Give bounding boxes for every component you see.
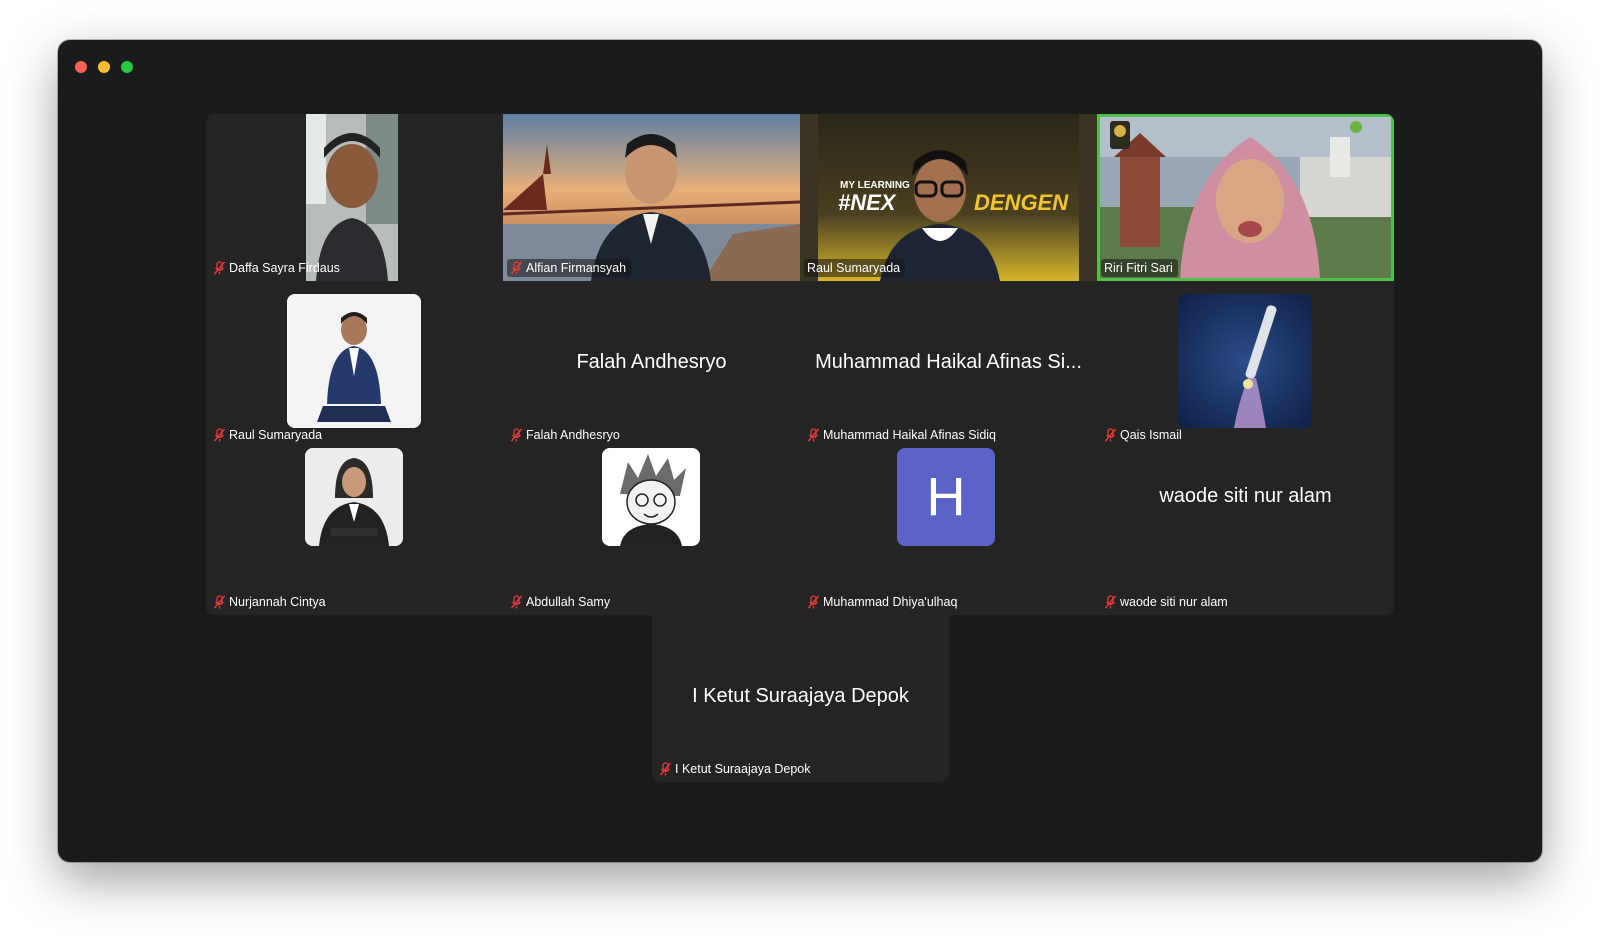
participant-profile-photo	[1178, 294, 1312, 428]
participant-tile-haikal[interactable]: Muhammad Haikal Afinas Si... Muhammad Ha…	[800, 281, 1097, 448]
muted-microphone-icon	[807, 595, 820, 609]
participant-name: waode siti nur alam	[1120, 595, 1228, 609]
participant-display-name: waode siti nur alam	[1159, 485, 1332, 507]
participant-tile-ketut[interactable]: I Ketut Suraajaya Depok I Ketut Suraajay…	[652, 615, 949, 782]
participant-name: Falah Andhesryo	[526, 428, 620, 442]
participant-name-tag: Raul Sumaryada	[804, 259, 906, 277]
participant-name: Riri Fitri Sari	[1104, 261, 1173, 275]
participant-tile-nurjannah[interactable]: Nurjannah Cintya	[206, 448, 503, 615]
participant-tile-dhiyaulhaq[interactable]: H Muhammad Dhiya'ulhaq	[800, 448, 1097, 615]
participant-name: Nurjannah Cintya	[229, 595, 326, 609]
participant-video	[503, 114, 800, 281]
participant-name-tag: Nurjannah Cintya	[210, 593, 331, 611]
participant-name-tag: Alfian Firmansyah	[507, 259, 632, 277]
muted-microphone-icon	[659, 762, 672, 776]
participant-name: Muhammad Haikal Afinas Sidiq	[823, 428, 996, 442]
muted-microphone-icon	[510, 595, 523, 609]
participant-name-tag: Abdullah Samy	[507, 593, 615, 611]
participant-display-name: Muhammad Haikal Afinas Si...	[815, 351, 1082, 373]
participant-name-tag: Falah Andhesryo	[507, 426, 625, 444]
participant-letter-avatar: H	[897, 448, 995, 546]
svg-text:#NEX: #NEX	[838, 190, 897, 215]
participant-name: Daffa Sayra Firdaus	[229, 261, 340, 275]
participant-tile-alfian[interactable]: Alfian Firmansyah	[503, 114, 800, 281]
participant-tile-raul-video[interactable]: MY LEARNING #NEX DENGEN Raul Sumaryada	[800, 114, 1097, 281]
participant-video	[1100, 117, 1391, 278]
participant-name: I Ketut Suraajaya Depok	[675, 762, 811, 776]
svg-text:DENGEN: DENGEN	[974, 190, 1069, 215]
participant-video: MY LEARNING #NEX DENGEN	[800, 114, 1097, 281]
participant-profile-photo	[602, 448, 700, 546]
participant-profile-photo	[287, 294, 421, 428]
participant-name: Raul Sumaryada	[229, 428, 323, 442]
participant-name-tag: Riri Fitri Sari	[1101, 259, 1178, 277]
participant-tile-falah[interactable]: Falah Andhesryo Falah Andhesryo	[503, 281, 800, 448]
participant-name: Muhammad Dhiya'ulhaq	[823, 595, 958, 609]
participant-name: Qais Ismail	[1120, 428, 1182, 442]
participant-display-name: Falah Andhesryo	[576, 351, 727, 373]
muted-microphone-icon	[1104, 595, 1117, 609]
participant-name-tag: Raul Sumaryada	[210, 426, 327, 444]
participant-name-tag: Qais Ismail	[1101, 426, 1187, 444]
participant-tile-raul-photo[interactable]: Raul Sumaryada	[206, 281, 503, 448]
participant-tile-daffa[interactable]: Daffa Sayra Firdaus	[206, 114, 503, 281]
participant-display-name: I Ketut Suraajaya Depok	[692, 685, 909, 707]
participant-name: Abdullah Samy	[526, 595, 611, 609]
participant-tile-abdullah[interactable]: Abdullah Samy	[503, 448, 800, 615]
participant-name-tag: Muhammad Dhiya'ulhaq	[804, 593, 962, 611]
muted-microphone-icon	[510, 428, 523, 442]
participant-name: Alfian Firmansyah	[526, 261, 627, 275]
close-window-button[interactable]	[75, 61, 87, 73]
participant-tile-riri-active-speaker[interactable]: Riri Fitri Sari	[1097, 114, 1394, 281]
muted-microphone-icon	[213, 595, 226, 609]
muted-microphone-icon	[1104, 428, 1117, 442]
minimize-window-button[interactable]	[98, 61, 110, 73]
participant-gallery: Daffa Sayra Firdaus Alfian Firmansyah MY…	[206, 114, 1394, 615]
meeting-window: Daffa Sayra Firdaus Alfian Firmansyah MY…	[58, 40, 1542, 862]
muted-microphone-icon	[213, 428, 226, 442]
maximize-window-button[interactable]	[121, 61, 133, 73]
participant-name-tag: Daffa Sayra Firdaus	[210, 259, 345, 277]
muted-microphone-icon	[510, 261, 523, 275]
participant-name-tag: waode siti nur alam	[1101, 593, 1233, 611]
participant-tile-waode[interactable]: waode siti nur alam waode siti nur alam	[1097, 448, 1394, 615]
muted-microphone-icon	[213, 261, 226, 275]
participant-name-tag: Muhammad Haikal Afinas Sidiq	[804, 426, 1001, 444]
participant-profile-photo	[305, 448, 403, 546]
participant-video	[306, 114, 398, 281]
participant-name: Raul Sumaryada	[807, 261, 901, 275]
participant-tile-qais[interactable]: Qais Ismail	[1097, 281, 1394, 448]
participant-name-tag: I Ketut Suraajaya Depok	[656, 760, 816, 778]
muted-microphone-icon	[807, 428, 820, 442]
